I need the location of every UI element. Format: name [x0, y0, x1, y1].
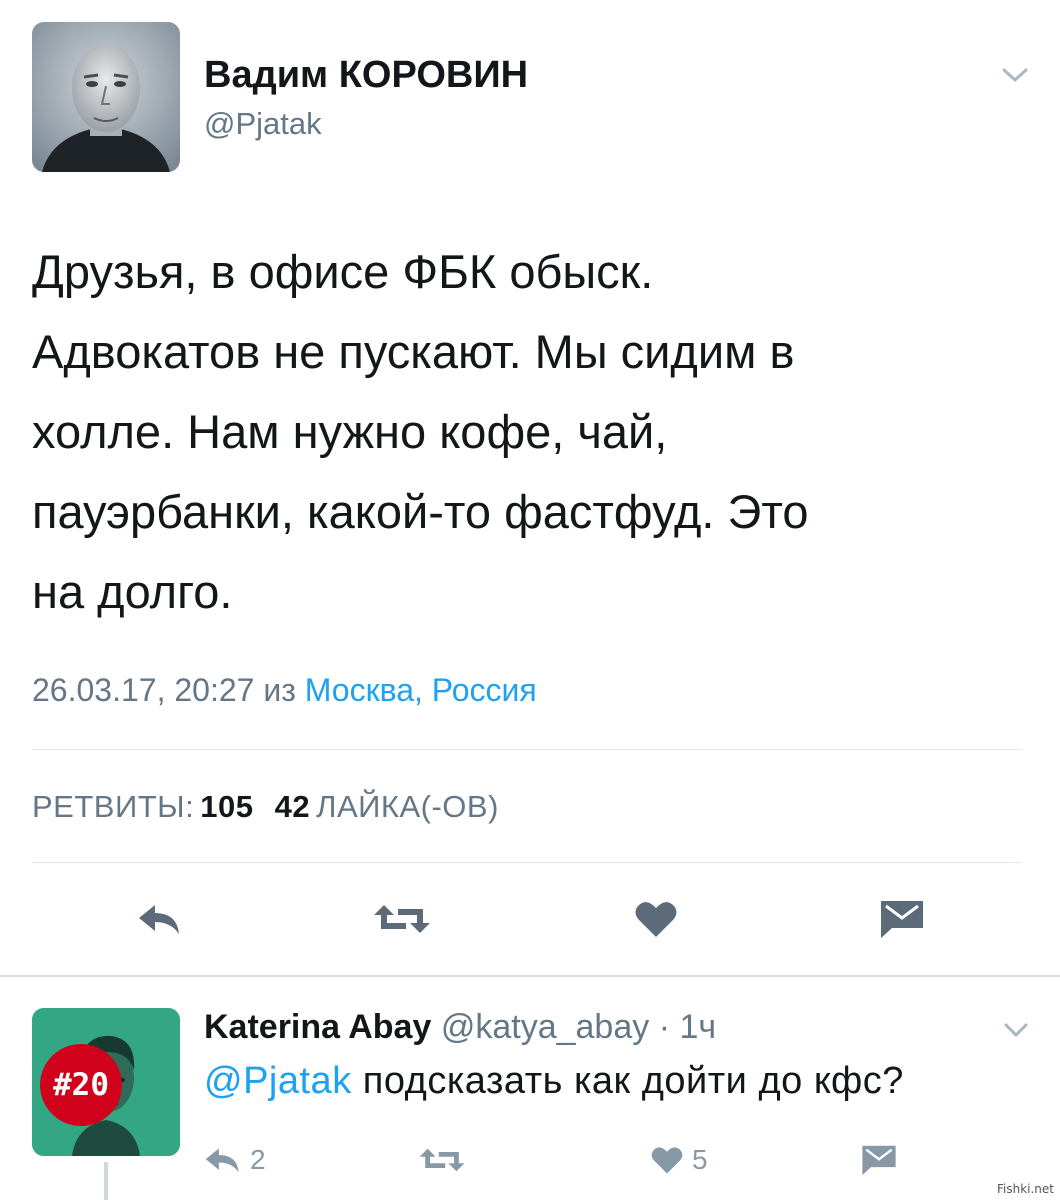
reply-time[interactable]: 1ч [679, 1008, 716, 1046]
timestamp[interactable]: 26.03.17, 20:27 [32, 672, 254, 708]
heart-icon [635, 902, 677, 937]
reply-icon [139, 905, 179, 934]
separator: · [658, 1008, 671, 1046]
retweet-button[interactable] [418, 1140, 466, 1180]
reply-author-handle[interactable]: @katya_abay [441, 1008, 649, 1046]
reply-body: подсказать как дойти до кфс? [362, 1060, 904, 1102]
tweet-text-line: Адвокатов не пускают. Мы сидим в [32, 325, 795, 378]
avatar[interactable] [32, 22, 180, 172]
reply-text: @Pjatak подсказать как дойти до кфс? [204, 1060, 904, 1103]
direct-message-button[interactable] [860, 1140, 898, 1180]
retweet-button[interactable] [372, 894, 432, 944]
message-icon [862, 1145, 896, 1176]
tweet-text-line: Друзья, в офисе ФБК обыск. [32, 245, 654, 298]
thread-line [104, 1162, 108, 1200]
retweet-icon [419, 1148, 465, 1172]
divider [32, 749, 1022, 750]
likes-count[interactable]: 42 [275, 789, 310, 824]
reply-icon [205, 1148, 239, 1173]
tweet-header: Вадим КОРОВИН @Pjatak [32, 22, 1032, 174]
retweet-icon [374, 905, 430, 933]
like-button[interactable]: 5 [650, 1140, 708, 1180]
reply-button[interactable] [130, 894, 190, 944]
divider [0, 975, 1060, 977]
direct-message-button[interactable] [872, 894, 932, 944]
retweets-count[interactable]: 105 [200, 789, 253, 824]
reply-author-name[interactable]: Katerina Abay [204, 1008, 431, 1046]
likes-label[interactable]: ЛАЙКА(-ОВ) [316, 789, 499, 824]
chevron-down-icon[interactable] [1004, 1022, 1028, 1038]
tweet-stats: РЕТВИТЫ: 105 42 ЛАЙКА(-ОВ) [32, 789, 499, 825]
watermark: Fishki.net [996, 1182, 1054, 1196]
like-count: 5 [692, 1144, 708, 1175]
reply-header: Katerina Abay @katya_abay · 1ч [204, 1008, 716, 1047]
author-handle[interactable]: @Pjatak [204, 106, 322, 142]
chevron-down-icon[interactable] [1002, 66, 1028, 84]
reply-button[interactable]: 2 [204, 1140, 266, 1180]
mention-link[interactable]: @Pjatak [204, 1060, 352, 1102]
author-photo [32, 22, 180, 172]
tweet-text-line: пауэрбанки, какой-то фастфуд. Это [32, 485, 809, 538]
retweets-label[interactable]: РЕТВИТЫ: [32, 789, 194, 824]
reply-count: 2 [250, 1144, 266, 1175]
tweet-text: Друзья, в офисе ФБК обыск. Адвокатов не … [32, 232, 1032, 632]
location-link[interactable]: Москва, Россия [305, 672, 537, 708]
tweet-text-line: на долго. [32, 565, 233, 618]
reply-avatar[interactable]: #20 [32, 1008, 180, 1156]
author-name[interactable]: Вадим КОРОВИН [204, 54, 528, 97]
tweet-meta: 26.03.17, 20:27 из Москва, Россия [32, 672, 537, 709]
message-icon [881, 901, 923, 938]
tweet-text-line: холле. Нам нужно кофе, чай, [32, 405, 668, 458]
heart-icon [651, 1147, 683, 1174]
from-label: из [263, 672, 296, 708]
divider [32, 862, 1022, 863]
badge: #20 [40, 1044, 122, 1126]
like-button[interactable] [626, 894, 686, 944]
